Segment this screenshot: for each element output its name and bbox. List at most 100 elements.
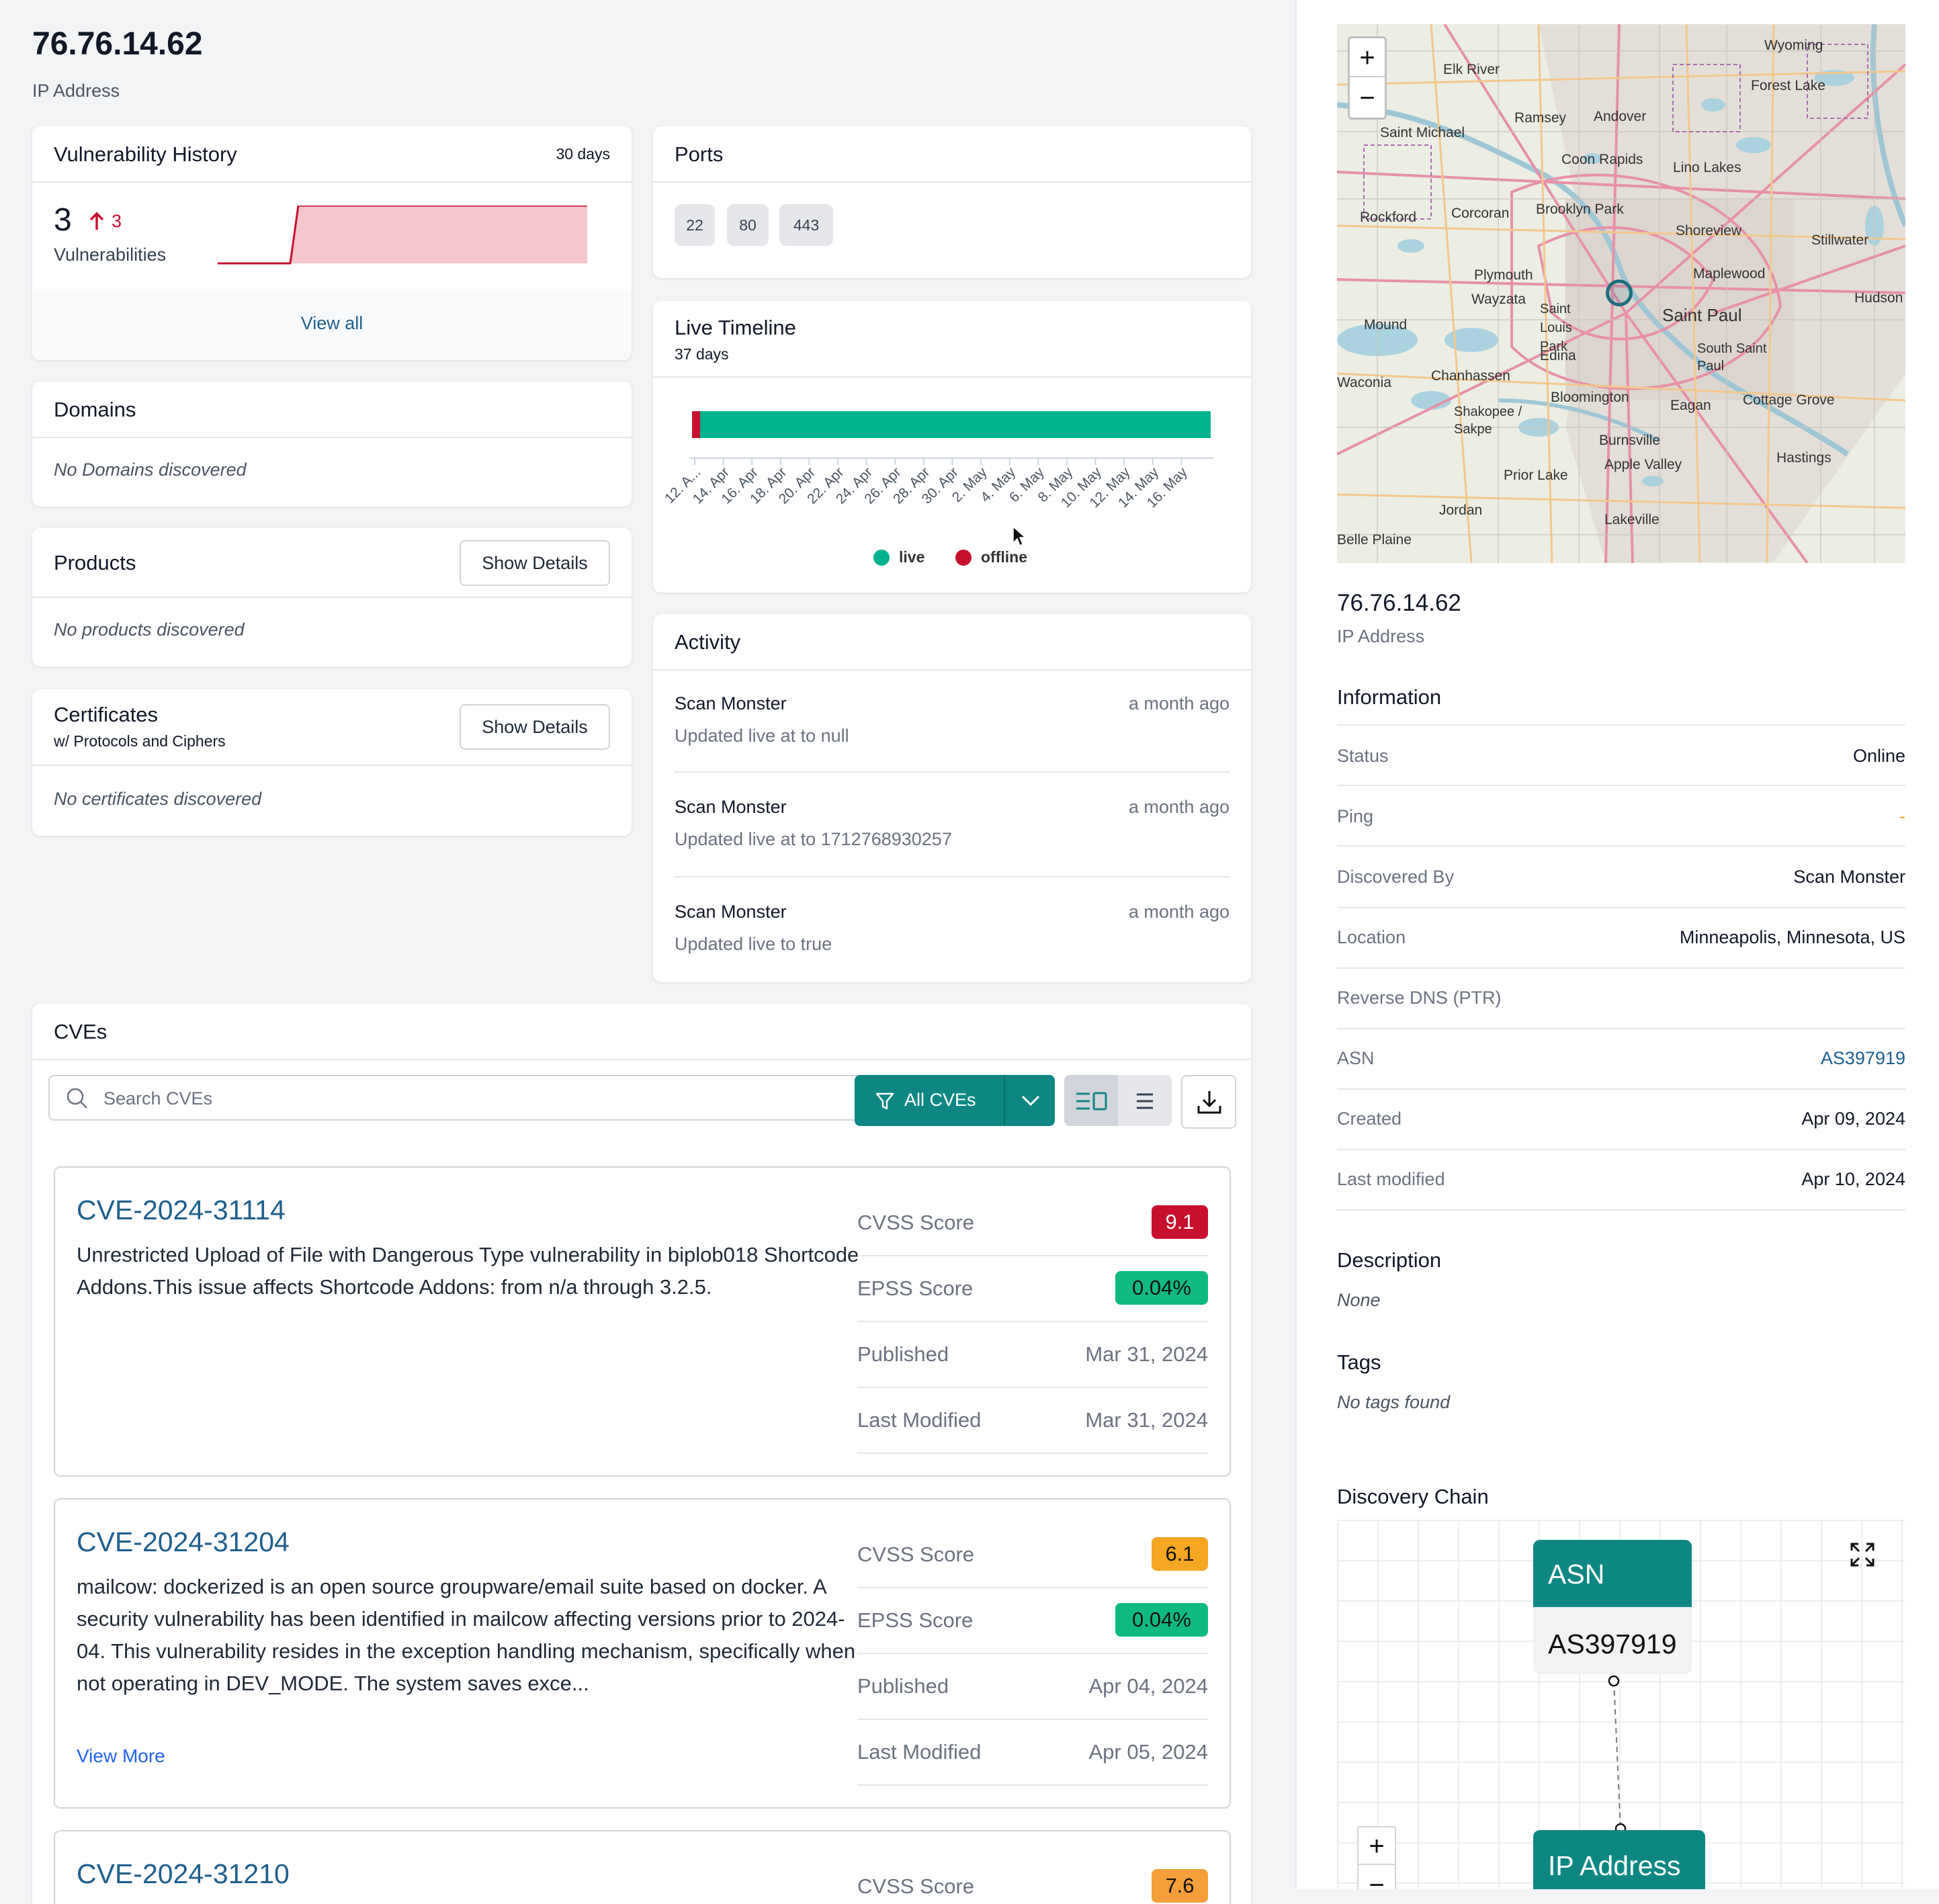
map-label: Waconia [1337,375,1391,390]
filter-icon [875,1091,895,1115]
card-title: Domains [54,398,136,421]
products-empty: No products discovered [54,619,245,640]
cve-description: Unrestricted Upload of File with Dangero… [77,1243,859,1299]
live-timeline-card: Live Timeline 37 days 12. A... 14. Apr 16.… [653,301,1251,593]
page-title: 76.76.14.62 [32,26,203,62]
published-value: Mar 31, 2024 [1085,1342,1208,1366]
map-label: Prior Lake [1504,468,1568,483]
cvss-badge: 7.6 [1152,1869,1208,1903]
chain-zoom-in-button[interactable]: + [1359,1827,1395,1865]
range-label: 30 days [556,145,610,163]
chain-node-ip[interactable]: IP Address [1533,1830,1705,1889]
activity-desc: Updated live at to null [675,726,849,746]
info-label: Reverse DNS (PTR) [1337,988,1502,1008]
activity-card: Activity Scan Monster a month ago Update… [653,614,1251,982]
card-title: Certificates [54,703,159,726]
vulnerability-label: Vulnerabilities [54,245,167,265]
card-title: Ports [675,142,724,166]
view-more-link[interactable]: View More [77,1745,165,1767]
activity-desc: Updated live to true [675,934,832,954]
port-badge[interactable]: 80 [727,204,769,246]
cve-description: mailcow: dockerized is an open source gr… [77,1575,856,1695]
products-show-details-button[interactable]: Show Details [460,540,610,586]
cve-card: CVE-2024-31210 CVSS Score 7.6 [54,1830,1231,1904]
certificates-card: Certificates w/ Protocols and Ciphers Sh… [32,689,632,836]
map-label: Wyoming [1764,38,1823,53]
map-label: Stillwater [1811,232,1869,248]
search-icon [66,1087,89,1113]
location-map[interactable]: + − Elk River Wyoming Forest Lake Ramsey… [1337,24,1905,563]
timeline-live-bar [700,411,1211,438]
map-label: Coon Rapids [1561,152,1643,167]
map-label: Maplewood [1693,266,1766,282]
chevron-down-icon [1020,1092,1041,1112]
vulnerability-sparkline [218,204,587,268]
legend-live-label[interactable]: live [899,548,924,566]
info-label: Location [1337,927,1406,947]
info-value-discovered-by: Scan Monster [1793,867,1905,887]
cve-card: CVE-2024-31204 mailcow: dockerized is an… [54,1498,1231,1809]
port-badge[interactable]: 22 [675,204,715,246]
card-view-toggle[interactable] [1064,1075,1118,1126]
info-value-last-modified: Apr 10, 2024 [1801,1169,1905,1189]
map-label: Andover [1594,109,1647,124]
sidebar-subtitle: IP Address [1337,626,1425,646]
cves-card: CVEs Search CVEs All CVEs CVE-2024-31114… [32,1004,1251,1904]
timeline-offline-bar [692,411,700,438]
published-label: Published [857,1342,949,1366]
cve-search-field[interactable]: Search CVEs [48,1075,876,1121]
map-label: Corcoran [1451,206,1510,221]
chain-edge [1613,1680,1621,1829]
certificates-show-details-button[interactable]: Show Details [460,704,610,750]
fullscreen-icon[interactable] [1849,1541,1876,1571]
discovery-chain-canvas[interactable]: ASN AS397919 IP Address + − [1337,1520,1905,1889]
epss-badge: 0.04% [1115,1271,1208,1305]
info-value-ping: - [1899,806,1905,826]
chain-zoom-out-button[interactable]: − [1359,1866,1395,1889]
zoom-out-button[interactable]: − [1350,79,1385,118]
published-label: Published [857,1674,949,1698]
modified-label: Last Modified [857,1740,982,1764]
sidebar-ip: 76.76.14.62 [1337,590,1461,616]
download-button[interactable] [1181,1075,1236,1129]
asn-link[interactable]: AS397919 [1821,1048,1905,1069]
cve-id-link[interactable]: CVE-2024-31204 [77,1526,290,1558]
download-icon [1196,1088,1223,1119]
map-label: Ramsey [1514,110,1567,126]
info-label: Discovered By [1337,867,1455,887]
map-label: Hudson [1854,290,1903,306]
legend-offline-label[interactable]: offline [981,548,1027,566]
chain-node-asn[interactable]: ASN AS397919 [1533,1540,1692,1674]
epss-label: EPSS Score [857,1276,974,1300]
domains-empty: No Domains discovered [54,460,247,480]
map-label: Mound [1364,317,1408,333]
modified-label: Last Modified [857,1408,982,1432]
map-location-marker[interactable] [1606,279,1633,306]
map-label: Burnsville [1599,433,1661,448]
card-title: Activity [675,630,741,654]
certificates-empty: No certificates discovered [54,789,262,809]
map-label: Eagan [1670,398,1711,413]
info-value-status: Online [1852,746,1905,766]
description-title: Description [1337,1248,1442,1272]
all-cves-filter-button[interactable]: All CVEs [855,1075,1004,1126]
view-all-link[interactable]: View all [32,313,632,334]
info-label: Ping [1337,806,1374,826]
filter-label: All CVEs [904,1090,976,1110]
cve-id-link[interactable]: CVE-2024-31114 [77,1195,286,1226]
filter-dropdown-button[interactable] [1004,1075,1055,1126]
list-view-toggle[interactable] [1118,1075,1172,1126]
epss-label: EPSS Score [857,1608,974,1632]
tags-empty: No tags found [1337,1392,1451,1412]
zoom-in-button[interactable]: + [1350,38,1385,77]
map-label: Cottage Grove [1743,392,1835,408]
cve-id-link[interactable]: CVE-2024-31210 [77,1858,290,1890]
card-title: Vulnerability History [54,142,237,166]
map-label: Saint Michael [1380,125,1465,140]
timeline-chart: 12. A... 14. Apr 16. Apr 18. Apr 20. Apr 22. … [653,301,1251,593]
chain-node-type: ASN [1548,1559,1605,1590]
mouse-cursor-icon [1012,525,1027,550]
cvss-badge: 6.1 [1152,1537,1208,1571]
port-badge[interactable]: 443 [779,204,833,246]
map-label: Plymouth [1474,267,1533,283]
